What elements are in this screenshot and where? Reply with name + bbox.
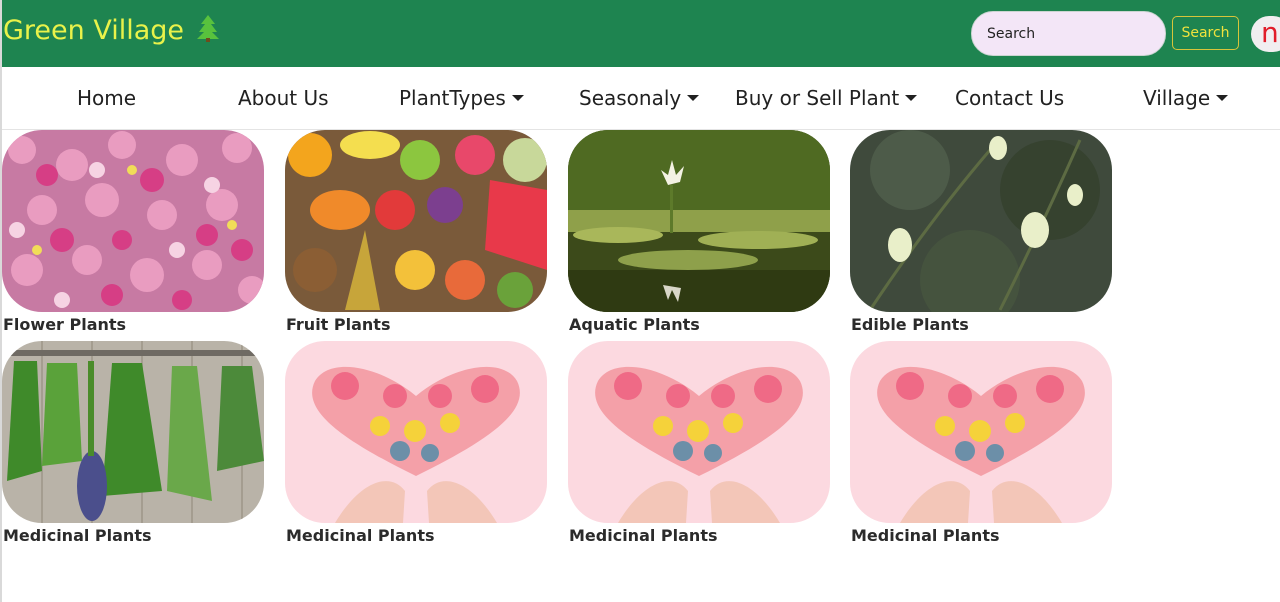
- search-button[interactable]: Search: [1172, 16, 1239, 50]
- nav-seasonaly[interactable]: Seasonaly: [579, 86, 700, 110]
- category-label: Fruit Plants: [286, 315, 391, 334]
- category-label: Aquatic Plants: [569, 315, 700, 334]
- nav-home-label: Home: [77, 86, 137, 110]
- nav-village-label: Village: [1143, 86, 1211, 110]
- category-label: Medicinal Plants: [286, 526, 435, 545]
- category-label: Edible Plants: [851, 315, 969, 334]
- category-label: Flower Plants: [3, 315, 127, 334]
- nav-contact-us[interactable]: Contact Us: [955, 86, 1064, 110]
- caret-down-icon: [1216, 95, 1229, 101]
- category-card-flower[interactable]: Flower Plants: [2, 130, 264, 334]
- nav-buy-or-sell-label: Buy or Sell Plant: [735, 86, 900, 110]
- caret-down-icon: [511, 95, 524, 101]
- flower-heart-hands-photo[interactable]: [850, 341, 1112, 523]
- caret-down-icon: [687, 95, 700, 101]
- category-label: Medicinal Plants: [3, 526, 152, 545]
- page: Green Village Search n Home About Us Pla…: [0, 0, 1280, 602]
- category-card-edible[interactable]: Edible Plants: [850, 130, 1112, 334]
- flower-heart-hands-photo[interactable]: [568, 341, 830, 523]
- caret-down-icon: [905, 95, 918, 101]
- water-lily-pond-photo[interactable]: [568, 130, 830, 312]
- nav-about-us[interactable]: About Us: [238, 86, 329, 110]
- nav-about-us-label: About Us: [238, 86, 329, 110]
- category-label: Medicinal Plants: [569, 526, 718, 545]
- top-header: Green Village Search n: [2, 0, 1280, 67]
- nav-home[interactable]: Home: [77, 86, 136, 110]
- nav-planttypes-label: PlantTypes: [399, 86, 506, 110]
- nav-contact-us-label: Contact Us: [955, 86, 1065, 110]
- category-card-medicinal-4[interactable]: Medicinal Plants: [850, 341, 1112, 545]
- nav-buy-or-sell[interactable]: Buy or Sell Plant: [735, 86, 918, 110]
- nav-planttypes[interactable]: PlantTypes: [399, 86, 524, 110]
- pine-tree-icon: [196, 14, 219, 42]
- category-card-medicinal-2[interactable]: Medicinal Plants: [285, 341, 547, 545]
- flower-heart-hands-photo[interactable]: [285, 341, 547, 523]
- fruit-assortment-photo[interactable]: [285, 130, 547, 312]
- brand-logo[interactable]: Green Village: [3, 14, 219, 46]
- category-card-aquatic[interactable]: Aquatic Plants: [568, 130, 830, 334]
- category-card-fruit[interactable]: Fruit Plants: [285, 130, 547, 334]
- main-nav: Home About Us PlantTypes Seasonaly Buy o…: [2, 67, 1280, 130]
- category-card-medicinal-3[interactable]: Medicinal Plants: [568, 341, 830, 545]
- nav-village[interactable]: Village: [1143, 86, 1229, 110]
- search-input[interactable]: [971, 11, 1166, 56]
- category-card-medicinal-1[interactable]: Medicinal Plants: [2, 341, 264, 545]
- category-label: Medicinal Plants: [851, 526, 1000, 545]
- hanging-herbs-photo[interactable]: [2, 341, 264, 523]
- avatar-initial: n: [1261, 16, 1279, 49]
- avatar[interactable]: n: [1251, 16, 1280, 52]
- nav-seasonaly-label: Seasonaly: [579, 86, 682, 110]
- white-flower-shrub-photo[interactable]: [850, 130, 1112, 312]
- brand-title: Green Village: [3, 15, 185, 46]
- flower-wall-photo[interactable]: [2, 130, 264, 312]
